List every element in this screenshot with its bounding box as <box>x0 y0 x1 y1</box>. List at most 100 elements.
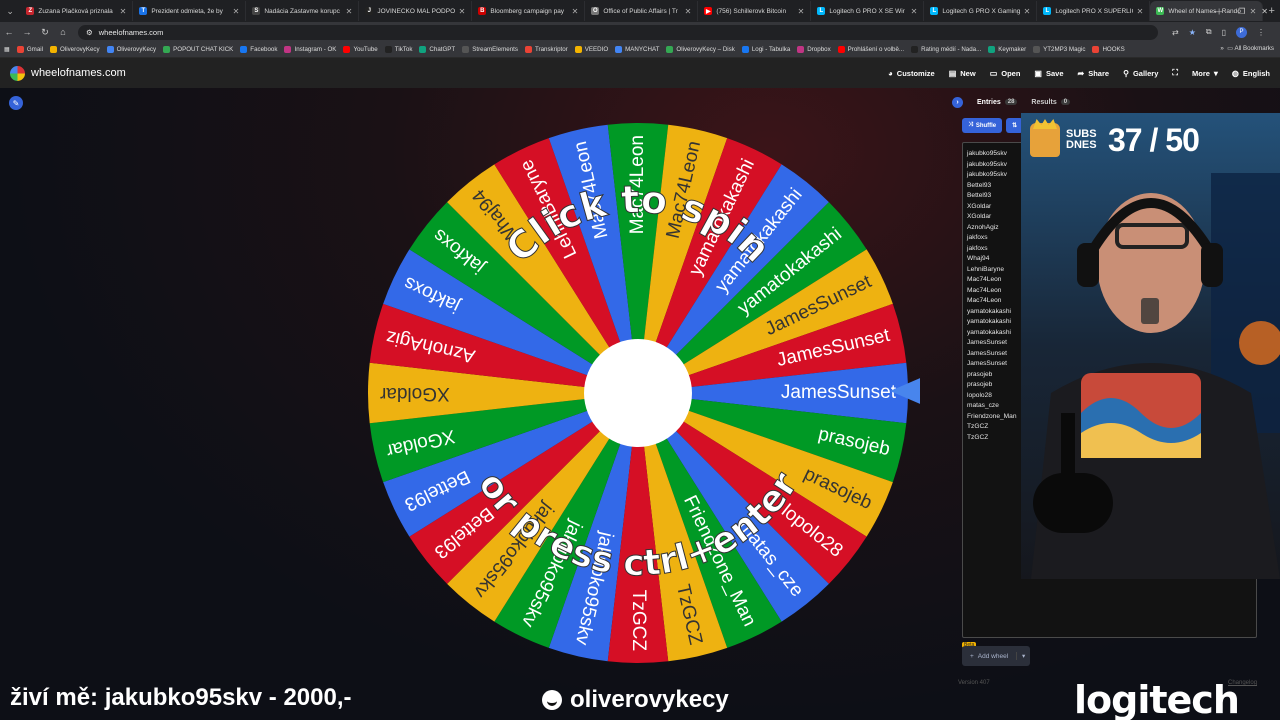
tab-close-icon[interactable]: ✕ <box>911 7 918 16</box>
bookmark-label: ChatGPT <box>429 46 456 53</box>
bookmark-item[interactable]: Rating médií - Nada... <box>911 46 981 53</box>
bookmark-list: Gmail OliverovyKecy OliverovyKecy POPOUT CH… <box>16 46 1125 53</box>
add-wheel-dropdown-icon[interactable]: ▾ <box>1016 652 1030 660</box>
chrome-menu-icon[interactable]: ⋮ <box>1257 28 1265 37</box>
bookmark-item[interactable]: OliverovyKecy <box>106 46 157 53</box>
language-button[interactable]: ◍ English <box>1232 69 1270 78</box>
wheel-center-hub[interactable] <box>584 339 692 447</box>
bookmark-item[interactable]: ChatGPT <box>419 46 455 53</box>
tab-close-icon[interactable]: ✕ <box>346 7 353 16</box>
tab-close-icon[interactable]: ✕ <box>572 7 579 16</box>
browser-tab-bar: ⌄ Z Zuzana Plačková priznala ✕ T Prezident o… <box>0 0 1280 22</box>
tab-search-icon[interactable]: ⌄ <box>0 0 20 22</box>
translate-icon[interactable]: ⇄ <box>1172 28 1179 37</box>
shuffle-button[interactable]: ⤨ Shuffle <box>962 118 1003 133</box>
forward-icon[interactable]: → <box>18 27 36 37</box>
bookmark-item[interactable]: OliverovyKecy <box>50 46 100 53</box>
bookmark-item[interactable]: Instagram - OK <box>284 46 336 53</box>
share-button[interactable]: ➦ Share <box>1078 69 1110 78</box>
customize-label: Customize <box>896 68 935 78</box>
tab-close-icon[interactable]: ✕ <box>685 7 692 16</box>
bookmark-item[interactable]: Gmail <box>16 46 43 53</box>
bookmark-label: OliverovyKecy <box>116 46 157 53</box>
bookmark-star-icon[interactable]: ★ <box>1189 28 1196 37</box>
new-button[interactable]: ▤ New <box>949 69 976 78</box>
sidebar-icon[interactable]: ▯ <box>1222 28 1226 37</box>
tab-title: Prezident odmieta, že by <box>151 7 223 15</box>
site-info-icon[interactable]: ⚙ <box>86 28 93 37</box>
customize-button[interactable]: ◕ Customize <box>888 69 935 78</box>
bookmark-favicon-icon <box>284 46 292 53</box>
browser-tab[interactable]: L Logitech G PRO X Gaming ✕ <box>924 1 1038 21</box>
results-tab-label: Results <box>1031 98 1057 106</box>
edit-pencil-icon[interactable]: ✎ <box>9 96 23 110</box>
collapse-panel-icon[interactable]: › <box>952 96 963 108</box>
bookmark-item[interactable]: POPOUT CHAT KICK <box>163 46 233 53</box>
browser-tab[interactable]: J JOVINEČKO MAL PODPOR ✕ <box>359 1 473 21</box>
profile-avatar[interactable]: P <box>1236 26 1247 38</box>
bookmark-favicon-icon <box>384 46 392 53</box>
tab-entries[interactable]: Entries 28 <box>977 99 1018 106</box>
tab-close-icon[interactable]: ✕ <box>1137 7 1144 16</box>
tab-close-icon[interactable]: ✕ <box>233 7 240 16</box>
bookmark-item[interactable]: VEEDIO <box>574 46 608 53</box>
browser-tab[interactable]: L Logitech G PRO X SE Wir ✕ <box>811 1 925 21</box>
bookmark-item[interactable]: HOOKS <box>1092 46 1125 53</box>
tab-close-icon[interactable]: ✕ <box>798 7 805 16</box>
tab-title: Logitech G PRO X SE Wir <box>829 7 905 15</box>
close-window-icon[interactable]: ✕ <box>1261 7 1268 16</box>
browser-tab[interactable]: Z Zuzana Plačková priznala ✕ <box>20 1 134 21</box>
address-bar-actions: ⇄ ★ ⧉ ▯ P ⋮ <box>1172 26 1265 38</box>
bookmarks-bar: ▦ Gmail OliverovyKecy OliverovyKecy POPOUT … <box>0 42 1280 58</box>
streamer-silhouette <box>1021 113 1280 579</box>
name-wheel[interactable]: jakubko95skvjakubko95skvjakubko95skvBett… <box>360 118 920 678</box>
tab-close-icon[interactable]: ✕ <box>1024 7 1031 16</box>
add-wheel-button[interactable]: + Add wheel ▾ <box>962 646 1031 666</box>
bookmark-item[interactable]: YouTube <box>343 46 378 53</box>
back-icon[interactable]: ← <box>0 27 18 37</box>
browser-tab[interactable]: S Nadácia Zastavme korupc ✕ <box>246 1 360 21</box>
save-button[interactable]: ▣ Save <box>1034 69 1063 78</box>
bookmark-item[interactable]: StreamElements <box>462 46 518 53</box>
wheel-slice-label: TzGCZ <box>628 590 649 652</box>
reload-icon[interactable]: ↻ <box>36 27 54 38</box>
more-button[interactable]: More ▾ <box>1192 69 1218 78</box>
bookmark-item[interactable]: Transkriptor <box>524 46 568 53</box>
wheel-slice-label: JamesSunset <box>781 382 897 403</box>
apps-icon[interactable]: ▦ <box>4 46 10 53</box>
bookmark-label: Instagram - OK <box>294 46 337 53</box>
tab-close-icon[interactable]: ✕ <box>459 7 466 16</box>
home-icon[interactable]: ⌂ <box>54 27 72 37</box>
language-label: English <box>1242 68 1270 78</box>
bookmark-item[interactable]: Facebook <box>240 46 277 53</box>
bookmark-item[interactable]: Logi - Tabulka <box>741 46 790 53</box>
browser-tab[interactable]: O Office of Public Affairs | Tr ✕ <box>585 1 699 21</box>
tab-close-icon[interactable]: ✕ <box>120 7 127 16</box>
fullscreen-button[interactable]: ⛶ <box>1172 68 1178 78</box>
tab-favicon-icon: J <box>365 7 374 15</box>
tab-results[interactable]: Results 0 <box>1031 98 1071 106</box>
bookmark-item[interactable]: Keymaker <box>988 46 1026 53</box>
all-bookmarks-label: All Bookmarks <box>1234 45 1274 52</box>
browser-tab[interactable]: B Bloomberg campaign pay ✕ <box>472 1 586 21</box>
bookmark-item[interactable]: MANYCHAT <box>615 46 659 53</box>
minimize-icon[interactable]: — <box>1214 7 1222 16</box>
url-field[interactable]: ⚙ wheelofnames.com <box>78 24 1158 40</box>
site-logo[interactable]: wheelofnames.com <box>10 65 126 81</box>
bookmark-item[interactable]: OliverovyKecy – Disk <box>666 46 735 53</box>
tab-favicon-icon: S <box>252 7 261 15</box>
bookmark-item[interactable]: YT2MP3 Magic <box>1033 46 1085 53</box>
browser-tab[interactable]: T Prezident odmieta, že by ✕ <box>133 1 247 21</box>
bookmark-item[interactable]: TikTok <box>384 46 412 53</box>
bookmark-item[interactable]: Prohlášení o volbě... <box>837 46 904 53</box>
browser-tab[interactable]: L Logitech PRO X SUPERLIG ✕ <box>1037 1 1151 21</box>
all-bookmarks-button[interactable]: » ▭ All Bookmarks <box>1220 45 1274 52</box>
gallery-button[interactable]: ⚲ Gallery <box>1123 69 1158 78</box>
add-wheel-main[interactable]: + Add wheel <box>962 653 1016 660</box>
browser-tab[interactable]: ▶ (756) Schillerovk Bitcoin ✕ <box>698 1 812 21</box>
extensions-icon[interactable]: ⧉ <box>1206 27 1212 37</box>
bookmark-label: OliverovyKecy <box>60 46 100 53</box>
maximize-icon[interactable]: ❐ <box>1238 7 1245 16</box>
open-button[interactable]: ▭ Open <box>990 69 1021 78</box>
bookmark-item[interactable]: Dropbox <box>797 46 831 53</box>
